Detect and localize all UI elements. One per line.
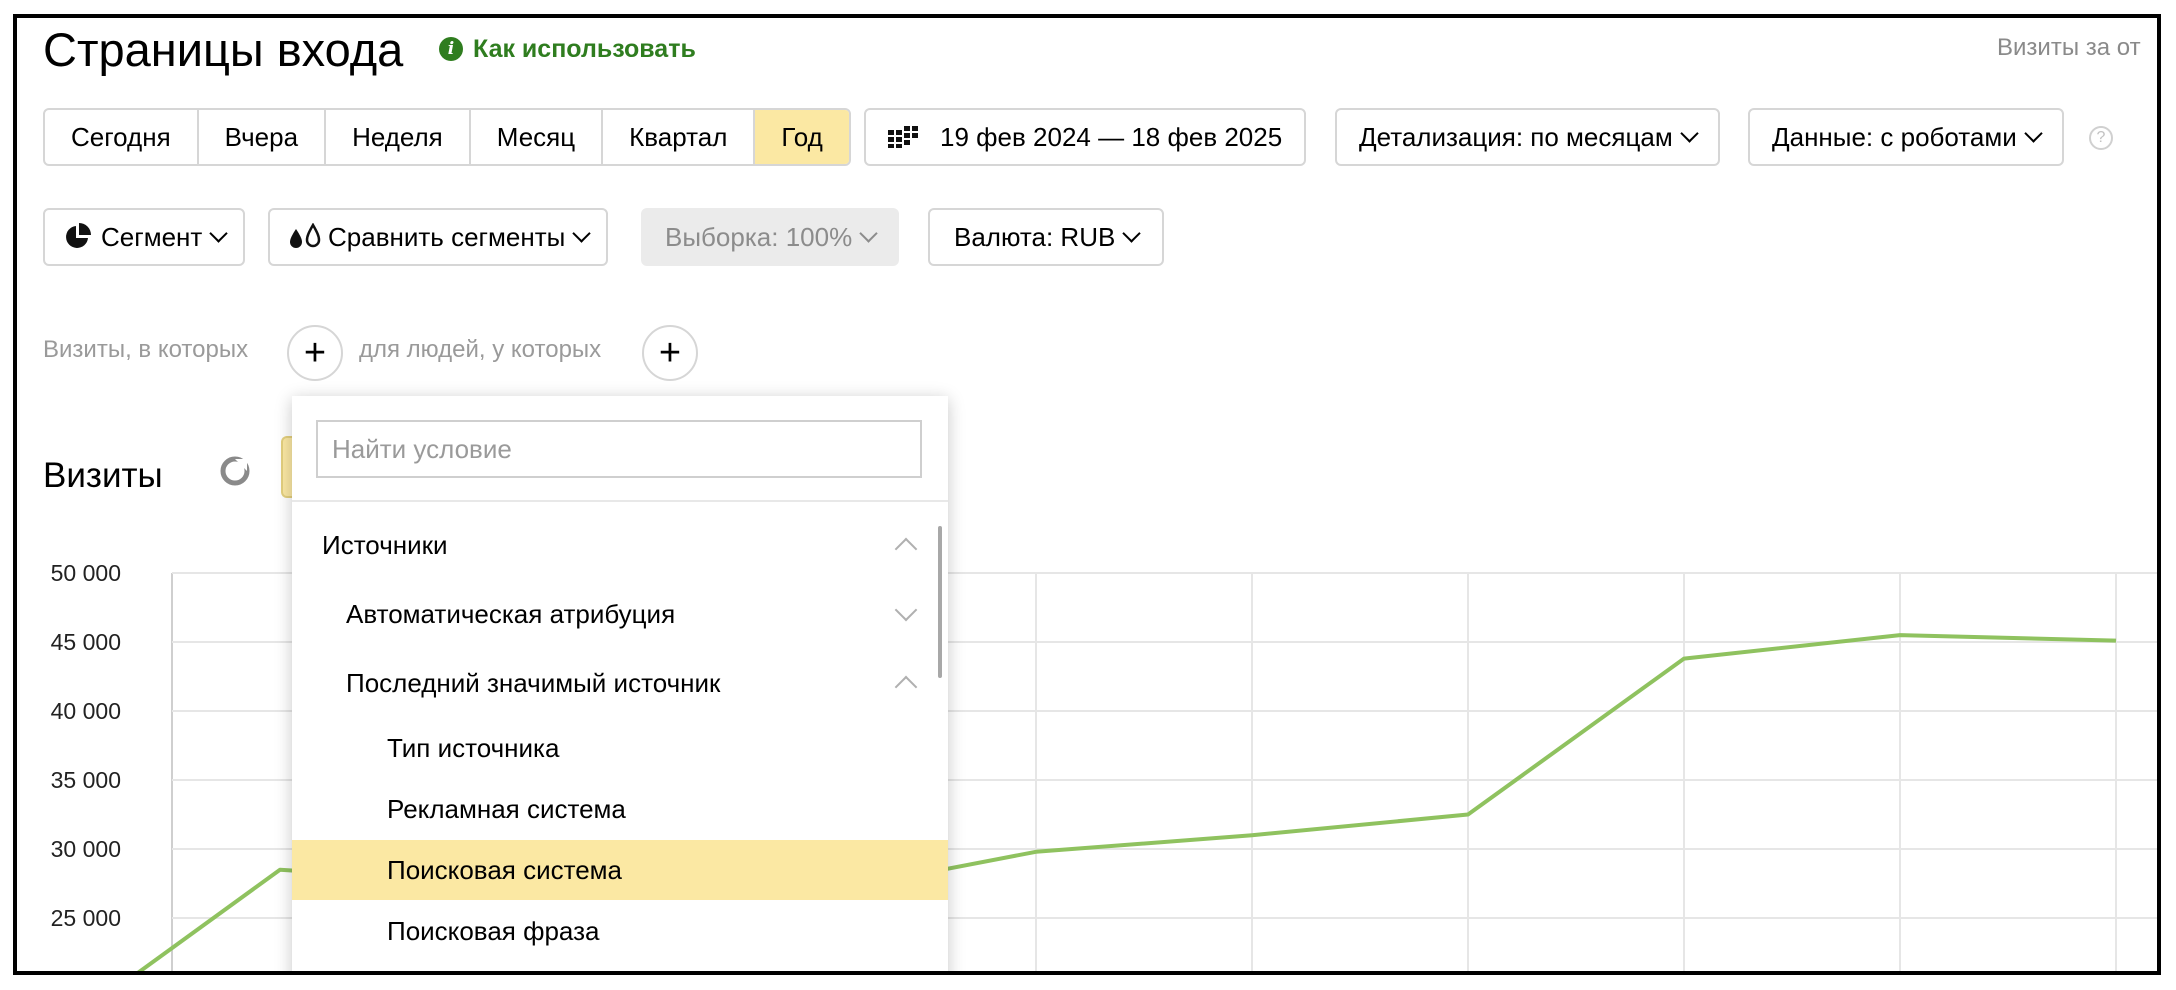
dropdown-item-label: Тип источника [387,732,560,763]
dropdown-item-sources[interactable]: Источники [292,515,948,575]
dropdown-item-search-engine[interactable]: Поисковая система [292,840,948,900]
chevron-up-icon[interactable] [894,675,918,699]
condition-dropdown: Источники Автоматическая атрибуция После… [292,396,948,971]
dropdown-item-label: Последний значимый источник [346,667,721,698]
condition-search-input[interactable] [316,420,922,478]
dropdown-item-last-significant-source[interactable]: Последний значимый источник [292,653,948,713]
dropdown-item-label: Поисковая система [387,854,623,885]
chevron-down-icon[interactable] [894,598,918,622]
dropdown-item-label: Рекламная система [387,793,626,824]
dropdown-item-ad-system[interactable]: Рекламная система [292,779,948,839]
dropdown-item-source-type[interactable]: Тип источника [292,718,948,778]
dropdown-item-search-phrase[interactable]: Поисковая фраза [292,901,948,961]
app-window: Страницы входа i Как использовать Визиты… [13,14,2161,975]
dropdown-scrollbar[interactable] [938,526,942,678]
dropdown-item-auto-attribution[interactable]: Автоматическая атрибуция [292,584,948,644]
dropdown-item-label: Поисковая фраза [387,915,600,946]
dropdown-divider [292,500,948,502]
dropdown-item-label: Источники [322,529,448,560]
chevron-up-icon[interactable] [894,537,918,561]
dropdown-item-label: Автоматическая атрибуция [346,598,676,629]
